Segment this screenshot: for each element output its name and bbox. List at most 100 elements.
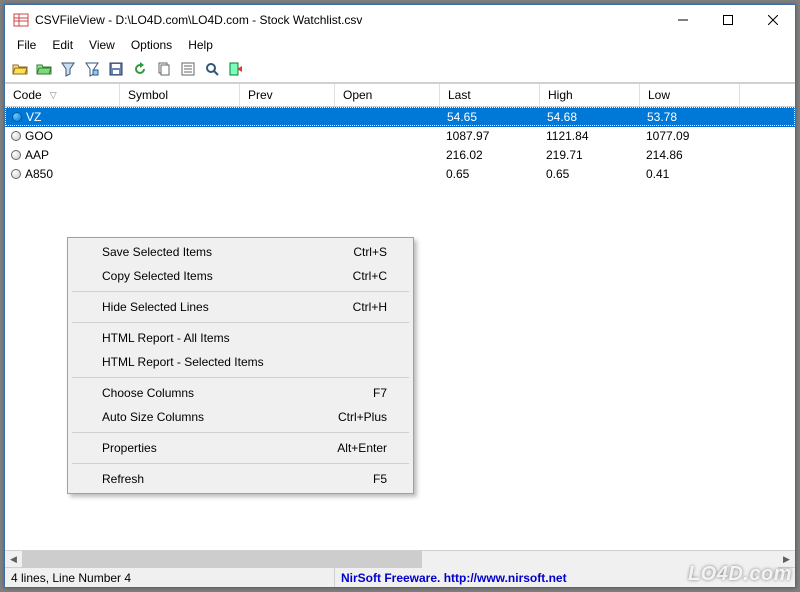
ctx-autosize-columns[interactable]: Auto Size Columns Ctrl+Plus bbox=[70, 405, 411, 429]
ctx-shortcut: Ctrl+C bbox=[353, 269, 387, 283]
maximize-icon bbox=[723, 15, 733, 25]
table-row[interactable]: GOO 1087.97 1121.84 1077.09 bbox=[5, 126, 795, 145]
funnel2-icon bbox=[84, 61, 100, 77]
cell-last: 54.65 bbox=[441, 110, 541, 124]
context-menu: Save Selected Items Ctrl+S Copy Selected… bbox=[67, 237, 414, 494]
toolbar bbox=[5, 55, 795, 83]
status-bar: 4 lines, Line Number 4 NirSoft Freeware.… bbox=[5, 567, 795, 587]
cell-high: 54.68 bbox=[541, 110, 641, 124]
col-header-last[interactable]: Last bbox=[440, 84, 540, 106]
cell-last: 0.65 bbox=[440, 167, 540, 181]
find-icon bbox=[204, 61, 220, 77]
ctx-properties[interactable]: Properties Alt+Enter bbox=[70, 436, 411, 460]
table-row[interactable]: VZ 54.65 54.68 53.78 bbox=[5, 107, 795, 126]
title-bar: CSVFileView - D:\LO4D.com\LO4D.com - Sto… bbox=[5, 5, 795, 35]
cell-low: 1077.09 bbox=[640, 129, 740, 143]
sort-asc-icon: ▽ bbox=[50, 90, 57, 101]
ctx-label: Hide Selected Lines bbox=[102, 300, 353, 314]
ctx-copy-selected[interactable]: Copy Selected Items Ctrl+C bbox=[70, 264, 411, 288]
ctx-separator bbox=[72, 377, 409, 378]
horizontal-scrollbar[interactable]: ◀ ▶ bbox=[5, 550, 795, 567]
ctx-save-selected[interactable]: Save Selected Items Ctrl+S bbox=[70, 240, 411, 264]
app-window: CSVFileView - D:\LO4D.com\LO4D.com - Sto… bbox=[4, 4, 796, 588]
cell-high: 0.65 bbox=[540, 167, 640, 181]
menu-file[interactable]: File bbox=[9, 36, 44, 54]
col-header-prev[interactable]: Prev bbox=[240, 84, 335, 106]
table-row[interactable]: A850 0.65 0.65 0.41 bbox=[5, 164, 795, 183]
ctx-html-all[interactable]: HTML Report - All Items bbox=[70, 326, 411, 350]
folder-green-icon bbox=[36, 61, 52, 77]
row-bullet-icon bbox=[11, 131, 21, 141]
col-label: Code bbox=[13, 88, 42, 102]
open-file-button[interactable] bbox=[9, 58, 31, 80]
scroll-left-button[interactable]: ◀ bbox=[5, 551, 22, 568]
col-header-code[interactable]: Code ▽ bbox=[5, 84, 120, 106]
window-buttons bbox=[660, 5, 795, 35]
close-button[interactable] bbox=[750, 5, 795, 34]
ctx-separator bbox=[72, 432, 409, 433]
cell-last: 1087.97 bbox=[440, 129, 540, 143]
app-icon bbox=[13, 12, 29, 28]
ctx-shortcut: Alt+Enter bbox=[337, 441, 387, 455]
status-left: 4 lines, Line Number 4 bbox=[5, 568, 335, 587]
code-text: AAP bbox=[25, 148, 49, 162]
cell-low: 53.78 bbox=[641, 110, 741, 124]
ctx-shortcut: Ctrl+H bbox=[353, 300, 387, 314]
status-link[interactable]: NirSoft Freeware. http://www.nirsoft.net bbox=[335, 571, 573, 585]
ctx-hide-selected[interactable]: Hide Selected Lines Ctrl+H bbox=[70, 295, 411, 319]
menu-edit[interactable]: Edit bbox=[44, 36, 81, 54]
cell-code: AAP bbox=[5, 148, 120, 162]
col-header-symbol[interactable]: Symbol bbox=[120, 84, 240, 106]
scroll-track[interactable] bbox=[22, 551, 778, 568]
save-button[interactable] bbox=[105, 58, 127, 80]
menu-options[interactable]: Options bbox=[123, 36, 180, 54]
ctx-label: Copy Selected Items bbox=[102, 269, 353, 283]
column-headers: Code ▽ Symbol Prev Open Last High Low bbox=[5, 83, 795, 107]
maximize-button[interactable] bbox=[705, 5, 750, 34]
refresh-button[interactable] bbox=[129, 58, 151, 80]
exit-icon bbox=[228, 61, 244, 77]
ctx-shortcut: Ctrl+S bbox=[353, 245, 387, 259]
code-text: GOO bbox=[25, 129, 53, 143]
menu-help[interactable]: Help bbox=[180, 36, 221, 54]
col-header-high[interactable]: High bbox=[540, 84, 640, 106]
cell-low: 214.86 bbox=[640, 148, 740, 162]
ctx-choose-columns[interactable]: Choose Columns F7 bbox=[70, 381, 411, 405]
menu-bar: File Edit View Options Help bbox=[5, 35, 795, 55]
cell-last: 216.02 bbox=[440, 148, 540, 162]
ctx-refresh[interactable]: Refresh F5 bbox=[70, 467, 411, 491]
funnel-icon bbox=[60, 61, 76, 77]
find-button[interactable] bbox=[201, 58, 223, 80]
scroll-right-button[interactable]: ▶ bbox=[778, 551, 795, 568]
minimize-button[interactable] bbox=[660, 5, 705, 34]
ctx-html-selected[interactable]: HTML Report - Selected Items bbox=[70, 350, 411, 374]
chevron-left-icon: ◀ bbox=[10, 554, 17, 565]
filter-button[interactable] bbox=[57, 58, 79, 80]
ctx-label: Properties bbox=[102, 441, 337, 455]
scroll-thumb[interactable] bbox=[22, 551, 422, 568]
ctx-shortcut: F5 bbox=[373, 472, 387, 486]
menu-view[interactable]: View bbox=[81, 36, 123, 54]
ctx-separator bbox=[72, 463, 409, 464]
ctx-separator bbox=[72, 291, 409, 292]
open-green-button[interactable] bbox=[33, 58, 55, 80]
ctx-label: Choose Columns bbox=[102, 386, 373, 400]
folder-open-icon bbox=[12, 61, 28, 77]
filter2-button[interactable] bbox=[81, 58, 103, 80]
col-header-open[interactable]: Open bbox=[335, 84, 440, 106]
close-icon bbox=[768, 15, 778, 25]
code-text: VZ bbox=[26, 110, 41, 124]
ctx-label: HTML Report - Selected Items bbox=[102, 355, 387, 369]
copy-button[interactable] bbox=[153, 58, 175, 80]
properties-button[interactable] bbox=[177, 58, 199, 80]
table-row[interactable]: AAP 216.02 219.71 214.86 bbox=[5, 145, 795, 164]
exit-button[interactable] bbox=[225, 58, 247, 80]
window-title: CSVFileView - D:\LO4D.com\LO4D.com - Sto… bbox=[35, 13, 660, 27]
chevron-right-icon: ▶ bbox=[783, 554, 790, 565]
ctx-shortcut: F7 bbox=[373, 386, 387, 400]
col-header-low[interactable]: Low bbox=[640, 84, 740, 106]
code-text: A850 bbox=[25, 167, 53, 181]
minimize-icon bbox=[678, 15, 688, 25]
data-area[interactable]: VZ 54.65 54.68 53.78 GOO 1087.97 1121.84… bbox=[5, 107, 795, 550]
ctx-separator bbox=[72, 322, 409, 323]
